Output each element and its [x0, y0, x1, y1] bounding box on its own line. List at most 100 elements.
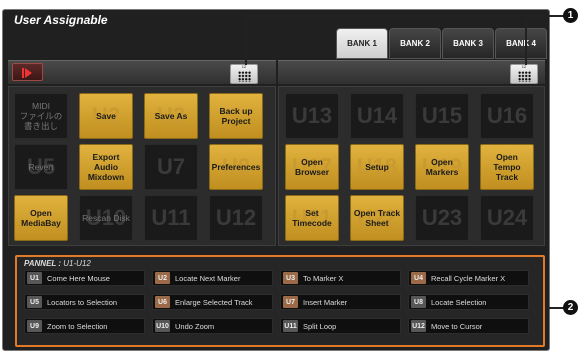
window-title: User Assignable	[14, 13, 108, 27]
pad-label: Open Track Sheet	[353, 208, 401, 228]
pad-slot-label: U11	[151, 205, 191, 230]
pad-button[interactable]: U2 Save	[79, 93, 133, 139]
pad-label: Open Markers	[425, 157, 459, 177]
pannel-item[interactable]: U1 Come Here Mouse	[24, 270, 145, 286]
pannel-item-label: Enlarge Selected Track	[175, 298, 253, 307]
pad-slot-label: U12	[215, 205, 257, 230]
grid-button-right[interactable]: 12	[510, 64, 538, 84]
pannel-item-code: U11	[283, 320, 298, 332]
pannel-item-code: U8	[411, 296, 426, 308]
pannel-item-code: U12	[411, 320, 426, 332]
pad-button[interactable]: MIDI ファイルの書き出し	[14, 93, 68, 139]
pannel-item[interactable]: U9 Zoom to Selection	[24, 318, 145, 334]
pannel-item-label: Locate Next Marker	[175, 274, 241, 283]
pad-button[interactable]: U21 Set Timecode	[285, 195, 339, 241]
pad-label: Export Audio Mixdown	[87, 152, 125, 182]
pannel-item-label: Recall Cycle Marker X	[431, 274, 506, 283]
pad-button[interactable]: U3 Save As	[144, 93, 198, 139]
pannel-item-code: U4	[411, 272, 426, 284]
pad-label: Preferences	[211, 162, 261, 172]
pad-label: Back up Project	[219, 106, 253, 126]
pannel-title-prefix: PANNEL :	[24, 259, 62, 268]
pad-button[interactable]: U8 Preferences	[209, 144, 263, 190]
pad-button[interactable]: U17 Open Browser	[285, 144, 339, 190]
pad-button[interactable]: U23	[415, 195, 469, 241]
pannel-item-label: Insert Marker	[303, 298, 348, 307]
pad-slot-label: U7	[156, 154, 186, 179]
pannel-title-range: U1-U12	[63, 259, 91, 268]
pad-label: Save	[96, 111, 116, 121]
tab-bank-2[interactable]: BANK 2	[389, 28, 441, 59]
pad-slot-label: U23	[421, 205, 463, 230]
pad-button[interactable]: U19 Open Markers	[415, 144, 469, 190]
pannel-item[interactable]: U7 Insert Marker	[280, 294, 401, 310]
pad-button[interactable]: U11	[144, 195, 198, 241]
grid-icon	[518, 71, 531, 82]
pannel-item[interactable]: U8 Locate Selection	[408, 294, 529, 310]
pad-label: Rescan Disk	[82, 213, 130, 223]
pannel-item-code: U3	[283, 272, 298, 284]
pad-slot-label: U24	[486, 205, 528, 230]
pannel-item-label: To Marker X	[303, 274, 344, 283]
pannel-item[interactable]: U6 Enlarge Selected Track	[152, 294, 273, 310]
grid-icon	[238, 71, 251, 82]
grid-button-sublabel: 12	[521, 64, 527, 69]
pad-button[interactable]: U12	[209, 195, 263, 241]
pannel-item[interactable]: U11 Split Loop	[280, 318, 401, 334]
right-toolbar	[278, 60, 545, 84]
pad-button[interactable]: U24	[480, 195, 534, 241]
pannel-list: PANNEL : U1-U12 U1 Come Here Mouse U2 Locat…	[15, 255, 545, 347]
pad-slot-label: U13	[291, 103, 333, 128]
pad-button[interactable]: U15	[415, 93, 469, 139]
pad-label: Open MediaBay	[21, 208, 61, 228]
pannel-item-code: U10	[155, 320, 170, 332]
pad-button[interactable]: U13	[285, 93, 339, 139]
tab-bank-3[interactable]: BANK 3	[442, 28, 494, 59]
pad-button[interactable]: U22 Open Track Sheet	[350, 195, 404, 241]
pannel-item[interactable]: U5 Locators to Selection	[24, 294, 145, 310]
pad-button[interactable]: U10 Rescan Disk	[79, 195, 133, 241]
pad-label: Setup	[365, 162, 389, 172]
pad-button[interactable]: U5 Revert	[14, 144, 68, 190]
pad-label: Set Timecode	[292, 208, 332, 228]
pad-button[interactable]: Open Tempo Track	[480, 144, 534, 190]
pannel-item[interactable]: U12 Move to Cursor	[408, 318, 529, 334]
callout-1: 1	[563, 8, 578, 23]
pannel-item-label: Locators to Selection	[47, 298, 118, 307]
red-play-button[interactable]	[12, 63, 43, 81]
pad-button[interactable]: Export Audio Mixdown	[79, 144, 133, 190]
pad-button[interactable]: Open MediaBay	[14, 195, 68, 241]
grid-button-left[interactable]: 12	[230, 64, 258, 84]
pad-slot-label: U15	[421, 103, 463, 128]
tab-bank-4[interactable]: BANK 4	[495, 28, 547, 59]
pannel-item-label: Move to Cursor	[431, 322, 483, 331]
pannel-item-label: Undo Zoom	[175, 322, 215, 331]
pad-label: Save As	[154, 111, 188, 121]
pannel-item[interactable]: U10 Undo Zoom	[152, 318, 273, 334]
callout-line	[545, 307, 565, 309]
pannel-item[interactable]: U3 To Marker X	[280, 270, 401, 286]
pad-label: Open Tempo Track	[493, 152, 521, 182]
pannel-item[interactable]: U4 Recall Cycle Marker X	[408, 270, 529, 286]
pannel-item-code: U2	[155, 272, 170, 284]
pad-button[interactable]: Back up Project	[209, 93, 263, 139]
pad-slot-label: U16	[486, 103, 528, 128]
pannel-item-label: Split Loop	[303, 322, 337, 331]
pannel-title: PANNEL : U1-U12	[24, 259, 91, 268]
callout-line	[245, 15, 247, 65]
callout-line	[525, 15, 527, 65]
pannel-item-label: Zoom to Selection	[47, 322, 108, 331]
pannel-item[interactable]: U2 Locate Next Marker	[152, 270, 273, 286]
pad-button[interactable]: U18 Setup	[350, 144, 404, 190]
pannel-item-label: Locate Selection	[431, 298, 487, 307]
pad-button[interactable]: U7	[144, 144, 198, 190]
pannel-item-code: U5	[27, 296, 42, 308]
tab-bank-1[interactable]: BANK 1	[336, 28, 388, 59]
pannel-item-code: U7	[283, 296, 298, 308]
pannel-item-code: U1	[27, 272, 42, 284]
pad-slot-label: U14	[356, 103, 398, 128]
callout-2: 2	[563, 300, 578, 315]
pad-label: MIDI ファイルの書き出し	[19, 101, 63, 131]
pad-button[interactable]: U14	[350, 93, 404, 139]
pad-button[interactable]: U16	[480, 93, 534, 139]
